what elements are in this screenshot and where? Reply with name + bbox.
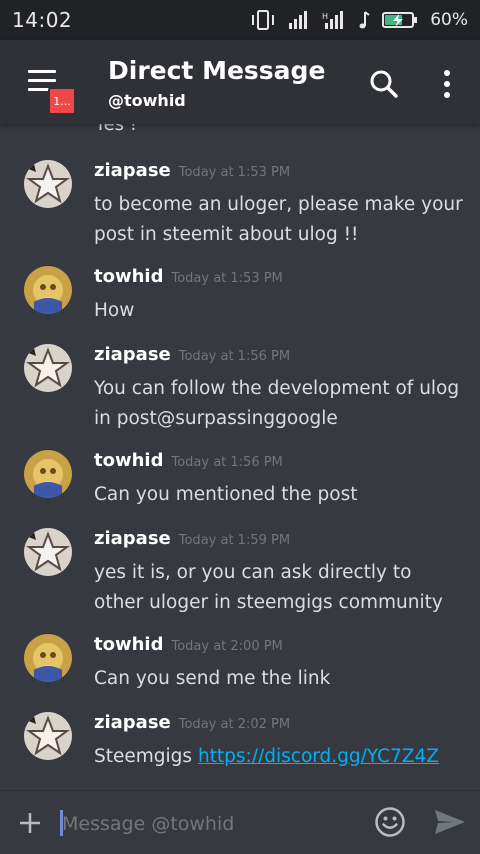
message-header: towhid Today at 1:56 PM (94, 450, 283, 471)
message-header: ziapase Today at 1:56 PM (94, 344, 290, 365)
timestamp: Today at 1:56 PM (171, 455, 283, 470)
username[interactable]: towhid (94, 450, 163, 471)
emoji-button[interactable] (374, 806, 406, 838)
message-header: ziapase Today at 1:53 PM (94, 160, 290, 181)
more-options-button[interactable] (429, 66, 465, 102)
message-text: yes it is, or you can ask directly to ot… (94, 562, 443, 613)
username[interactable]: towhid (94, 266, 163, 287)
message-header: towhid Today at 1:53 PM (94, 266, 283, 287)
message-text: How (94, 300, 135, 321)
hamburger-line (28, 70, 56, 73)
message-text: Can you mentioned the post (94, 484, 358, 505)
avatar-towhid[interactable] (24, 266, 72, 314)
username[interactable]: ziapase (94, 344, 171, 365)
send-icon (435, 810, 465, 834)
message-text: Steemgigs https://discord.gg/YC7Z4Z (94, 742, 464, 772)
app-bar: 1... Direct Message @towhid (0, 40, 480, 124)
message-text: to become an uloger, please make your po… (94, 194, 463, 245)
notification-badge: 1... (48, 87, 76, 115)
more-vertical-icon (444, 70, 450, 98)
invite-link[interactable]: https://discord.gg/YC7Z4Z (198, 746, 439, 767)
avatar-ziapase[interactable] (24, 160, 72, 208)
music-note-icon (358, 10, 370, 30)
search-icon (370, 70, 398, 98)
battery-charging-icon (382, 10, 418, 30)
message-partial: Yes ! (0, 124, 480, 138)
plus-icon (20, 813, 40, 833)
message-input[interactable] (60, 807, 352, 841)
timestamp: Today at 2:02 PM (178, 717, 291, 732)
signal-icon (288, 10, 310, 30)
status-icons: H 60% (250, 10, 468, 30)
timestamp: Today at 1:59 PM (178, 533, 291, 548)
attach-button[interactable] (14, 807, 46, 839)
username[interactable]: towhid (94, 634, 163, 655)
message-text: Can you send me the link (94, 668, 331, 689)
avatar-towhid[interactable] (24, 634, 72, 682)
username[interactable]: ziapase (94, 160, 171, 181)
message-composer (0, 790, 480, 854)
title-block: Direct Message @towhid (108, 56, 325, 110)
send-button[interactable] (432, 806, 468, 838)
message-list[interactable]: Yes ! ziapase Today at 1:53 PM to become … (0, 124, 480, 790)
recipient-name: @towhid (108, 91, 186, 110)
username[interactable]: ziapase (94, 528, 171, 549)
message-header: towhid Today at 2:00 PM (94, 634, 283, 655)
avatar-ziapase[interactable] (24, 344, 72, 392)
avatar-ziapase[interactable] (24, 712, 72, 760)
username[interactable]: ziapase (94, 712, 171, 733)
avatar-ziapase[interactable] (24, 528, 72, 576)
emoji-icon (375, 807, 405, 837)
message-text: You can follow the development of ulog i… (94, 378, 460, 429)
vibrate-icon (250, 10, 276, 30)
message-text-prefix: Steemgigs (94, 746, 198, 767)
signal-h-icon: H (322, 10, 346, 30)
message-header: ziapase Today at 2:02 PM (94, 712, 290, 733)
battery-percent: 60% (430, 10, 468, 30)
timestamp: Today at 1:56 PM (178, 349, 291, 364)
avatar-towhid[interactable] (24, 450, 72, 498)
timestamp: Today at 1:53 PM (171, 271, 283, 286)
svg-text:H: H (322, 12, 328, 21)
search-button[interactable] (366, 66, 402, 102)
status-bar: 14:02 H 60% (0, 0, 480, 40)
hamburger-line (28, 79, 56, 82)
status-time: 14:02 (12, 8, 73, 32)
timestamp: Today at 2:00 PM (171, 639, 283, 654)
message-header: ziapase Today at 1:59 PM (94, 528, 290, 549)
timestamp: Today at 1:53 PM (178, 165, 291, 180)
page-title: Direct Message (108, 56, 326, 85)
message-text: Yes ! (95, 124, 137, 135)
